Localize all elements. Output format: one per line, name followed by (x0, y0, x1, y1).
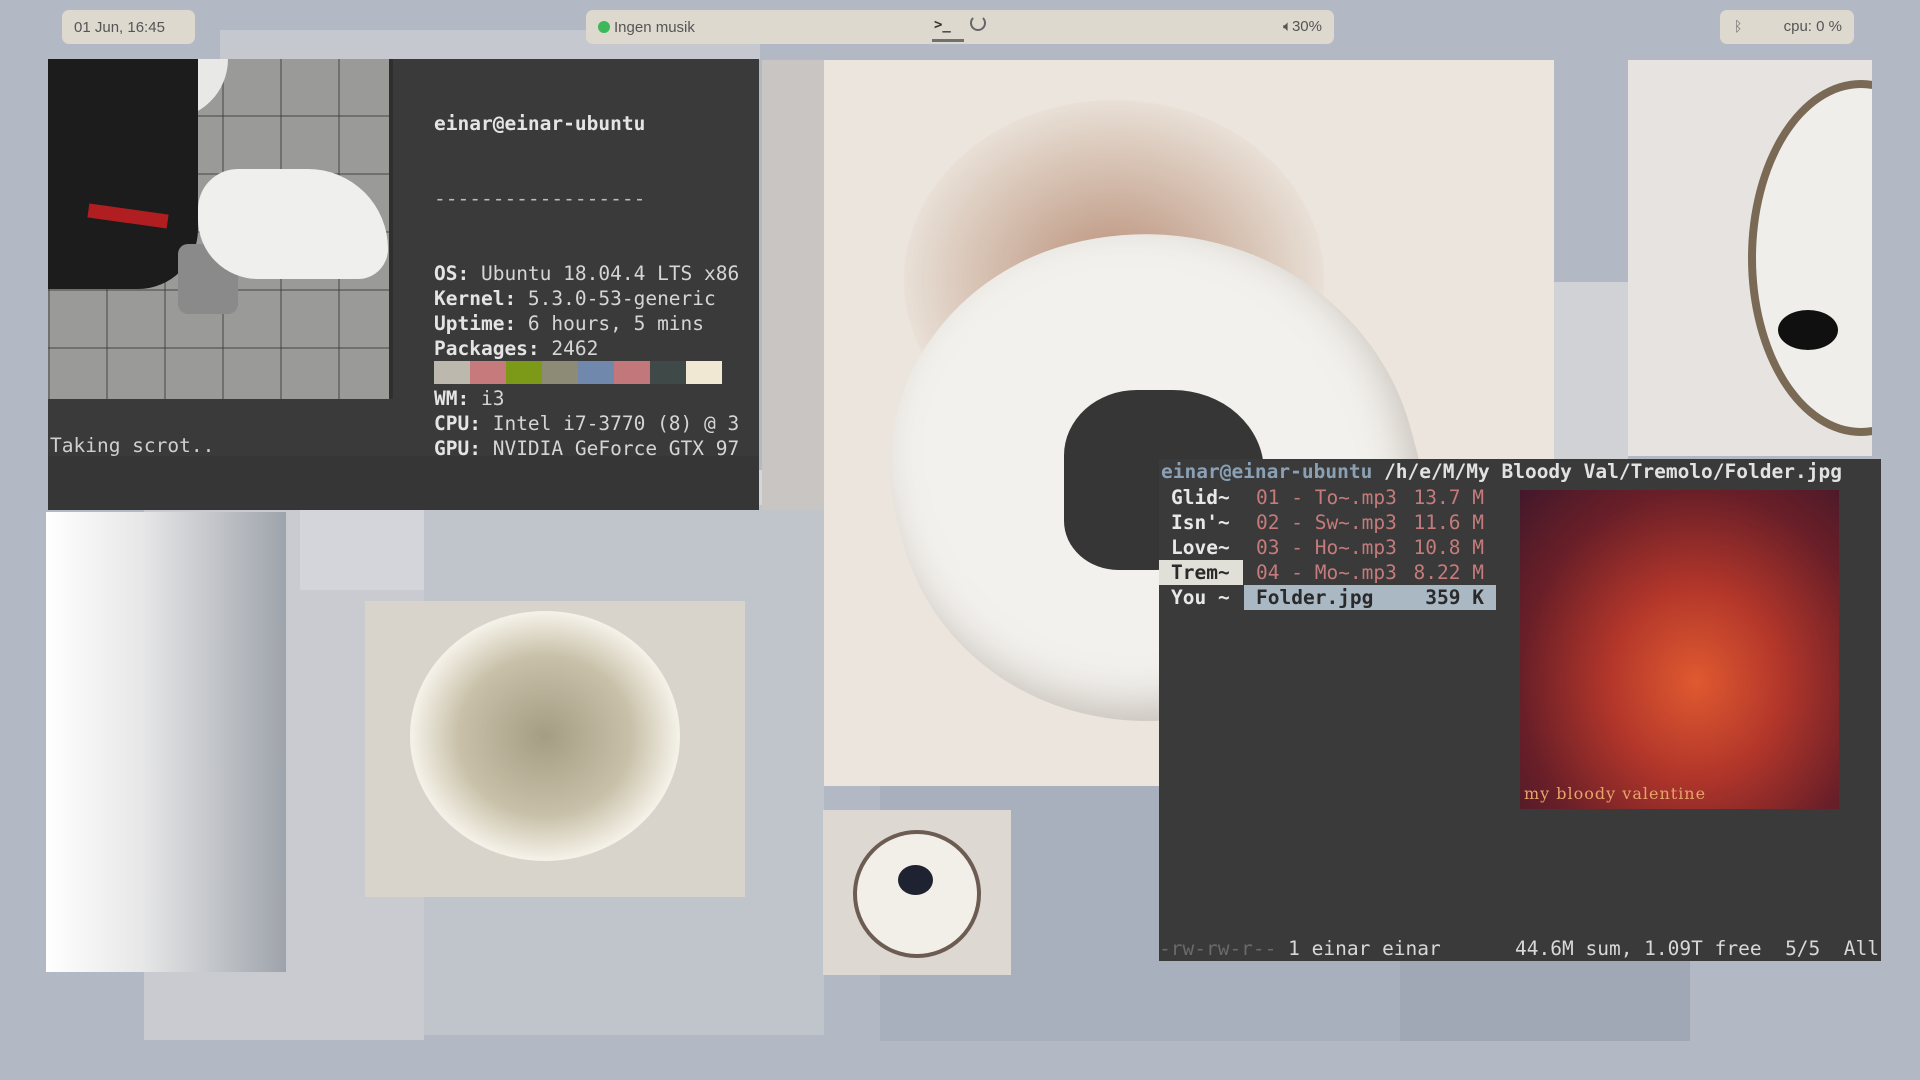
directory-item[interactable]: Love~ (1159, 535, 1243, 560)
background-tile (762, 60, 824, 510)
file-size: 13.7 M (1413, 486, 1484, 509)
color-swatch (434, 361, 470, 384)
sysinfo-value: i3 (469, 387, 505, 410)
datetime-label: 01 Jun, 16:45 (74, 18, 165, 36)
album-cover-preview: my bloody valentine (1520, 490, 1839, 809)
file-item[interactable]: 02 - Sw~.mp3 11.6 M (1244, 510, 1496, 535)
directory-item[interactable]: Glid~ (1159, 485, 1243, 510)
refresh-icon[interactable] (970, 15, 986, 31)
sysinfo-key: Packages: (434, 337, 540, 360)
bluetooth-icon[interactable]: ᛒ (1734, 18, 1742, 34)
neofetch-terminal[interactable]: einar@einar-ubuntu ------------------ OS… (48, 59, 759, 510)
file-item[interactable]: Folder.jpg 359 K (1244, 585, 1496, 610)
sysinfo-key: CPU: (434, 412, 481, 435)
file-size: 8.22 M (1413, 561, 1484, 584)
sysinfo-key: Kernel: (434, 287, 517, 310)
terminal-icon: >_ (934, 17, 951, 33)
sysinfo-value: Ubuntu 18.04.4 LTS x86 (469, 262, 740, 285)
cover-band-name: my bloody valentine (1524, 784, 1707, 803)
file-item[interactable]: 03 - Ho~.mp3 10.8 M (1244, 535, 1496, 560)
spotify-icon (598, 21, 610, 33)
clock-widget[interactable]: 01 Jun, 16:45 (62, 10, 195, 44)
file-item[interactable]: 01 - To~.mp3 13.7 M (1244, 485, 1496, 510)
file-name: 04 - Mo~.mp3 (1256, 561, 1397, 584)
file-size: 11.6 M (1413, 511, 1484, 534)
sysinfo-row: OS: Ubuntu 18.04.4 LTS x86 (434, 261, 739, 286)
shell-closeup-photo (1628, 60, 1872, 456)
sysinfo-row: Packages: 2462 (434, 336, 739, 361)
sysinfo-row: WM: i3 (434, 386, 739, 411)
color-swatch (470, 361, 506, 384)
sysinfo-key: WM: (434, 387, 470, 410)
sysinfo-value: 6 hours, 5 mins (516, 312, 705, 335)
color-swatch (614, 361, 650, 384)
background-tile (1553, 282, 1628, 459)
directory-item[interactable]: Trem~ (1159, 560, 1243, 585)
file-size: 359 K (1425, 586, 1484, 609)
cpu-usage: cpu: 0 % (1783, 18, 1842, 35)
center-bar: Ingen musik >_ 🔈︎30% (586, 10, 1334, 44)
workspace-terminal-tab[interactable]: >_ (932, 12, 964, 42)
parent-directory-list[interactable]: Glid~ Isn'~ Love~ Trem~ You ~ (1159, 485, 1243, 610)
bowl-photo (365, 601, 745, 897)
sysinfo-value: 5.3.0-53-generic (516, 287, 716, 310)
color-swatch (578, 361, 614, 384)
sysinfo-row: Uptime: 6 hours, 5 mins (434, 311, 739, 336)
music-status[interactable]: Ingen musik (614, 19, 695, 36)
prompt-output: Taking scrot.. (50, 434, 215, 457)
sysinfo-row: Kernel: 5.3.0-53-generic (434, 286, 739, 311)
directory-item[interactable]: You ~ (1159, 585, 1243, 610)
color-swatch (506, 361, 542, 384)
sneaker-photo (48, 59, 389, 399)
color-palette (434, 361, 722, 384)
file-item[interactable]: 04 - Mo~.mp3 8.22 M (1244, 560, 1496, 585)
color-swatch (686, 361, 722, 384)
file-list[interactable]: 01 - To~.mp3 13.7 M 02 - Sw~.mp3 11.6 M 03 -… (1244, 485, 1496, 610)
sysinfo-key: OS: (434, 262, 470, 285)
sysinfo-row: CPU: Intel i7-3770 (8) @ 3 (434, 411, 739, 436)
file-name: 01 - To~.mp3 (1256, 486, 1397, 509)
sysinfo-value: Intel i7-3770 (8) @ 3 (480, 412, 740, 435)
volume-indicator[interactable]: 🔈︎30% (1283, 18, 1322, 35)
color-swatch (542, 361, 578, 384)
current-path: einar@einar-ubuntu /h/e/M/My Bloody Val/… (1161, 460, 1842, 483)
file-name: 02 - Sw~.mp3 (1256, 511, 1397, 534)
neofetch-rule: ------------------ (434, 187, 646, 210)
neofetch-header: einar@einar-ubuntu (434, 112, 646, 135)
file-size: 10.8 M (1413, 536, 1484, 559)
wallpaper-photo (46, 512, 286, 972)
small-shell-photo (823, 810, 1011, 975)
color-swatch (650, 361, 686, 384)
system-status-widget: ᛒ cpu: 0 % (1720, 10, 1854, 44)
file-name: Folder.jpg (1256, 586, 1374, 609)
status-line: -rw-rw-r-- 1 einar einar 44.6M sum, 1.09T… (1159, 937, 1879, 960)
file-name: 03 - Ho~.mp3 (1256, 536, 1397, 559)
directory-item[interactable]: Isn'~ (1159, 510, 1243, 535)
sysinfo-key: Uptime: (434, 312, 517, 335)
background-tile (1400, 960, 1690, 1041)
ranger-file-manager[interactable]: einar@einar-ubuntu /h/e/M/My Bloody Val/… (1159, 459, 1881, 961)
sysinfo-value: 2462 (539, 337, 599, 360)
